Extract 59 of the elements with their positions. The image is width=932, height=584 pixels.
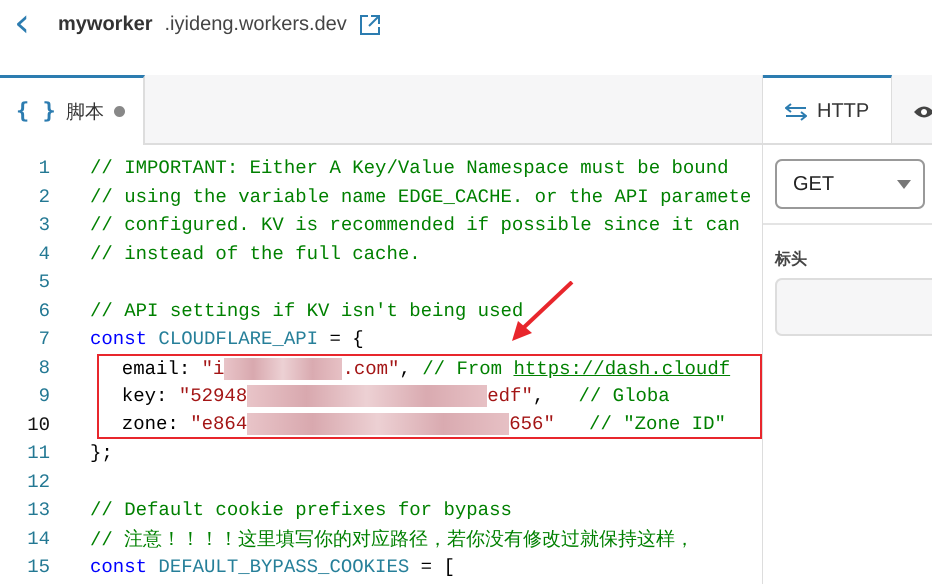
headers-field[interactable] xyxy=(775,278,932,336)
swap-arrows-icon xyxy=(785,102,807,120)
worker-domain: .iyideng.workers.dev xyxy=(164,13,347,36)
code-token: = { xyxy=(328,328,364,350)
line-number: 1 xyxy=(38,157,50,180)
line-number: 10 xyxy=(26,414,50,436)
method-select[interactable]: GET xyxy=(775,159,925,209)
code-token: "e864 xyxy=(190,412,248,435)
braces-icon: { } xyxy=(16,99,56,124)
code-token: // using the variable name EDGE_CACHE. or the API paramete xyxy=(90,186,752,208)
code-token: 656" xyxy=(509,412,555,435)
code-token: // API settings if KV isn't being used xyxy=(90,300,524,322)
line-number: 9 xyxy=(38,385,50,408)
code-token: // Default cookie prefixes for bypass xyxy=(90,499,512,522)
code-token: , xyxy=(399,358,412,380)
back-button[interactable]: ‹ xyxy=(14,2,50,46)
line-number: 4 xyxy=(38,242,50,265)
code-token: // 注意！！！！这里填写你的对应路径，若你没有修改过就保持这样， xyxy=(90,528,694,552)
code-token: }; xyxy=(90,442,113,464)
code-token: // "Zone ID" xyxy=(588,412,726,435)
code-token: key: xyxy=(120,385,168,408)
headers-label: 标头 xyxy=(775,249,808,270)
code-token: // instead of the full cache. xyxy=(90,242,421,265)
code-token: , xyxy=(532,385,546,408)
code-token: // From xyxy=(422,358,504,380)
code-token: .com" xyxy=(342,358,400,380)
code-token: edf" xyxy=(487,385,533,408)
code-token: const xyxy=(90,328,148,350)
code-token: // configured. KV is recommended if possible since it can xyxy=(90,214,740,236)
eye-icon xyxy=(914,104,932,118)
line-number: 2 xyxy=(38,186,50,208)
code-token: zone: xyxy=(120,412,180,435)
code-token: DEFAULT_BYPASS_COOKIES xyxy=(157,556,410,578)
code-token: // Globa xyxy=(578,385,670,408)
code-token: "52948 xyxy=(178,385,248,408)
line-number: 13 xyxy=(26,499,50,522)
code-token: CLOUDFLARE_API xyxy=(157,328,318,350)
line-number: 15 xyxy=(26,556,50,578)
caret-icon xyxy=(897,180,911,188)
line-number: 8 xyxy=(38,356,50,379)
http-tab[interactable]: HTTP xyxy=(763,75,892,143)
script-tab[interactable]: { } 脚本 xyxy=(0,75,145,145)
line-number: 5 xyxy=(38,271,50,294)
line-number: 12 xyxy=(26,470,50,493)
line-number: 6 xyxy=(38,300,50,322)
code-token: const xyxy=(90,556,148,578)
line-number: 7 xyxy=(38,328,50,350)
worker-name: myworker xyxy=(58,13,152,36)
code-token: // IMPORTANT: Either A Key/Value Namespace must be bound xyxy=(90,157,729,180)
line-number: 11 xyxy=(26,442,50,464)
code-link[interactable]: https://dash.cloudf xyxy=(513,358,730,380)
tab-label: 脚本 xyxy=(66,100,104,124)
code-token: = [ xyxy=(420,556,455,578)
external-link-icon[interactable] xyxy=(358,14,381,36)
code-token: "i xyxy=(202,358,224,380)
line-number: 14 xyxy=(26,528,50,550)
line-number: 3 xyxy=(38,214,50,236)
tab-label: HTTP xyxy=(817,100,870,123)
code-token: email: xyxy=(120,358,192,380)
